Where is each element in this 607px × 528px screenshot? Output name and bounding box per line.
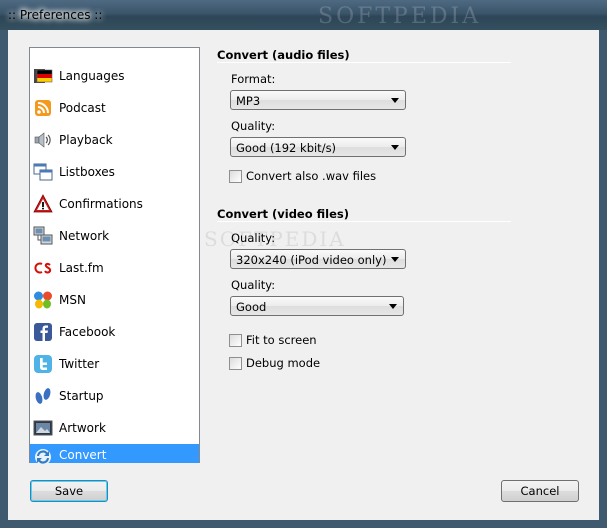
- sidebar-item-label: Twitter: [59, 357, 100, 371]
- window-title: :: Preferences ::: [8, 8, 103, 22]
- audio-section-divider: [217, 62, 511, 63]
- video-section-divider: [217, 221, 511, 222]
- sidebar-item-playback[interactable]: Playback: [30, 124, 199, 156]
- sidebar-item-label: Last.fm: [59, 261, 104, 275]
- video-quality-value: Good: [236, 300, 267, 314]
- debug-mode-label: Debug mode: [246, 356, 321, 370]
- footprints-icon: [33, 386, 53, 406]
- fit-to-screen-checkbox[interactable]: Fit to screen: [229, 333, 349, 348]
- lastfm-icon: [33, 258, 53, 278]
- chevron-down-icon: [391, 257, 399, 262]
- chevron-down-icon: [391, 145, 399, 150]
- windows-icon: [33, 162, 53, 182]
- video-section-title: Convert (video files): [217, 207, 349, 221]
- audio-quality-label: Quality:: [231, 119, 276, 133]
- save-button-label: Save: [54, 484, 84, 498]
- sidebar-item-network[interactable]: Network: [30, 220, 199, 252]
- audio-format-select[interactable]: MP3: [230, 90, 406, 110]
- window-frame-bottom: [0, 520, 607, 528]
- video-resolution-select[interactable]: 320x240 (iPod video only): [230, 249, 406, 269]
- sidebar-item-label: Podcast: [59, 101, 106, 115]
- preferences-dialog: Languages Podcast Playback Listboxes Con…: [8, 30, 599, 520]
- warning-icon: [33, 194, 53, 214]
- title-bar[interactable]: :: Preferences :: SOFTPEDIA: [0, 0, 607, 30]
- network-icon: [33, 226, 53, 246]
- sidebar-item-msn[interactable]: MSN: [30, 284, 199, 316]
- sidebar-item-artwork[interactable]: Artwork: [30, 412, 199, 444]
- format-label: Format:: [231, 72, 276, 86]
- cancel-button[interactable]: Cancel: [501, 480, 579, 502]
- audio-quality-value: Good (192 kbit/s): [236, 141, 337, 155]
- sidebar-item-startup[interactable]: Startup: [30, 380, 199, 412]
- chevron-down-icon: [389, 304, 397, 309]
- sidebar-item-label: Languages: [59, 69, 125, 83]
- sidebar-item-label: MSN: [59, 293, 86, 307]
- category-list[interactable]: Languages Podcast Playback Listboxes Con…: [29, 47, 200, 465]
- convert-wav-label: Convert also .wav files: [246, 169, 377, 183]
- sidebar-item-twitter[interactable]: Twitter: [30, 348, 199, 380]
- audio-section-title: Convert (audio files): [217, 48, 350, 62]
- sidebar-item-listboxes[interactable]: Listboxes: [30, 156, 199, 188]
- sidebar-item-languages[interactable]: Languages: [30, 60, 199, 92]
- window-frame-left: [0, 30, 8, 528]
- chevron-down-icon: [391, 98, 399, 103]
- speaker-icon: [33, 130, 53, 150]
- audio-format-value: MP3: [236, 94, 261, 108]
- sidebar-item-label: Listboxes: [59, 165, 115, 179]
- twitter-icon: [33, 354, 53, 374]
- facebook-icon: [33, 322, 53, 342]
- video-quality-label: Quality:: [231, 278, 276, 292]
- checkbox-box[interactable]: [229, 357, 242, 370]
- msn-butterfly-icon: [33, 290, 53, 310]
- window-frame-right: [599, 30, 607, 528]
- sidebar-item-label: Startup: [59, 389, 104, 403]
- sidebar-item-convert[interactable]: Convert: [30, 444, 199, 465]
- debug-mode-checkbox[interactable]: Debug mode: [229, 356, 349, 371]
- audio-quality-select[interactable]: Good (192 kbit/s): [230, 137, 406, 157]
- checkbox-box[interactable]: [229, 334, 242, 347]
- sidebar-item-lastfm[interactable]: Last.fm: [30, 252, 199, 284]
- video-resolution-value: 320x240 (iPod video only): [236, 253, 387, 267]
- watermark-top: SOFTPEDIA: [318, 4, 482, 29]
- fit-to-screen-label: Fit to screen: [246, 333, 317, 347]
- sidebar-item-podcast[interactable]: Podcast: [30, 92, 199, 124]
- sidebar-item-label: Convert: [59, 448, 107, 462]
- cancel-button-label: Cancel: [520, 484, 560, 498]
- sidebar-item-label: Network: [59, 229, 110, 243]
- sidebar-item-label: Artwork: [59, 421, 106, 435]
- convert-icon: [33, 447, 53, 467]
- sidebar-item-label: Confirmations: [59, 197, 143, 211]
- sidebar-item-confirmations[interactable]: Confirmations: [30, 188, 199, 220]
- convert-wav-checkbox[interactable]: Convert also .wav files: [229, 169, 379, 184]
- sidebar-item-label: Facebook: [59, 325, 116, 339]
- sidebar-item-label: Playback: [59, 133, 113, 147]
- sidebar-item-facebook[interactable]: Facebook: [30, 316, 199, 348]
- picture-icon: [33, 418, 53, 438]
- save-button[interactable]: Save: [30, 480, 108, 502]
- rss-icon: [33, 98, 53, 118]
- flag-icon: [33, 66, 53, 86]
- video-resolution-label: Quality:: [231, 231, 276, 245]
- video-quality-select[interactable]: Good: [230, 296, 404, 316]
- checkbox-box[interactable]: [229, 170, 242, 183]
